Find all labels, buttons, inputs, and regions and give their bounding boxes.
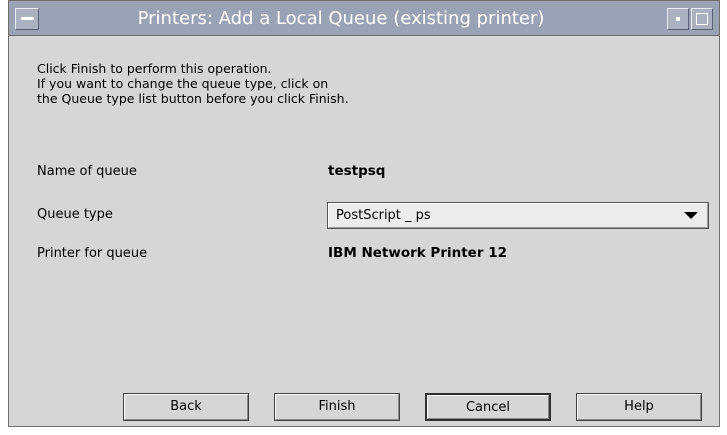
queue-name-value: testpsq [328,163,386,179]
maximize-icon[interactable] [691,8,713,30]
dialog-window: Printers: Add a Local Queue (existing pr… [8,0,720,427]
queue-type-value: PostScript _ ps [336,208,431,223]
instruction-line-2: If you want to change the queue type, cl… [37,76,329,91]
title-bar[interactable]: Printers: Add a Local Queue (existing pr… [9,1,719,36]
window-menu-icon[interactable] [15,8,39,30]
queue-type-label: Queue type [37,207,113,222]
help-button[interactable]: Help [576,393,702,421]
queue-type-dropdown[interactable]: PostScript _ ps [327,202,709,229]
printer-label: Printer for queue [37,246,148,261]
minimize-icon[interactable] [667,8,689,30]
dialog-content: Click Finish to perform this operation. … [9,36,719,426]
printer-value: IBM Network Printer 12 [328,245,507,261]
instruction-line-3: the Queue type list button before you cl… [37,91,349,106]
queue-name-label: Name of queue [37,164,137,179]
instruction-line-1: Click Finish to perform this operation. [37,61,272,76]
back-button[interactable]: Back [123,393,249,421]
chevron-down-icon[interactable] [684,212,698,219]
window-title: Printers: Add a Local Queue (existing pr… [137,8,545,29]
instructions-text: Click Finish to perform this operation. … [37,61,349,106]
cancel-button[interactable]: Cancel [425,393,551,421]
finish-button[interactable]: Finish [274,393,400,421]
